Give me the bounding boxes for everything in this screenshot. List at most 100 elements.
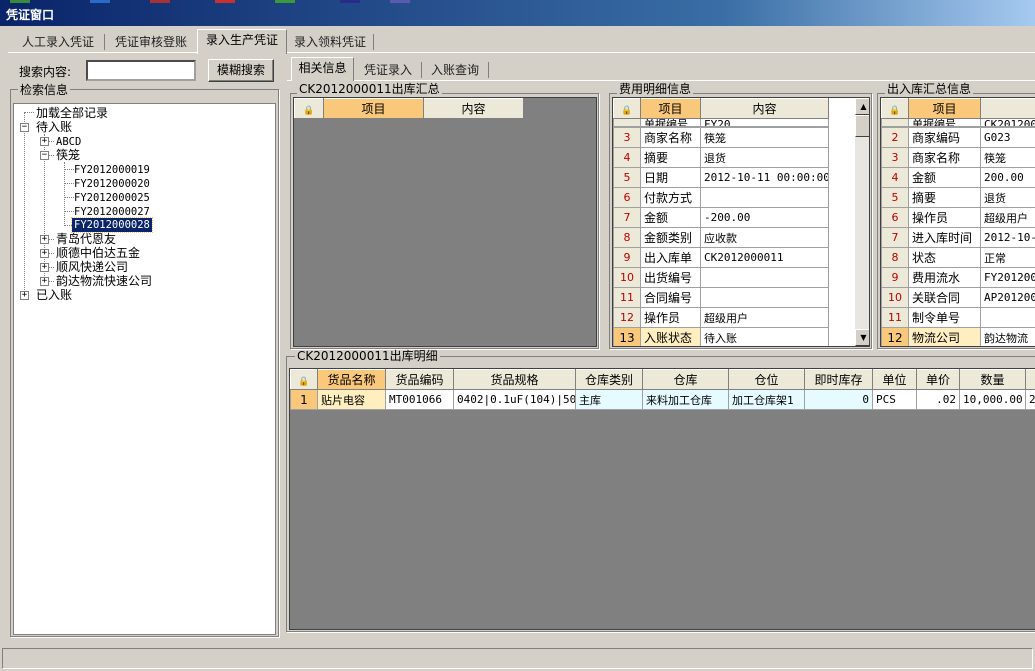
col-header[interactable]: 仓库类别 (575, 369, 643, 390)
row-content[interactable]: 超级用户 (700, 307, 829, 328)
tree-voucher-025[interactable]: FY2012000025 (74, 191, 150, 205)
detail-cell[interactable]: 加工仓库架1 (728, 389, 805, 410)
tree-node-yunda[interactable]: 韵达物流快速公司 (56, 274, 152, 288)
expand-icon[interactable]: + (40, 235, 49, 244)
tree-pending[interactable]: 待入账 (36, 120, 72, 134)
expense-row[interactable]: 9 出入库单 CK2012000011 (613, 247, 829, 268)
col-content[interactable]: 内容 (700, 98, 829, 119)
subtab-related-info[interactable]: 相关信息 (291, 57, 354, 81)
tree-voucher-027[interactable]: FY2012000027 (74, 205, 150, 219)
col-header[interactable]: 货品编码 (385, 369, 454, 390)
expense-row[interactable]: 6 付款方式 (613, 187, 829, 208)
inout-row[interactable]: 3 商家名称 筷笼 (881, 147, 1035, 168)
tree-node-shunde[interactable]: 顺德中伯达五金 (56, 246, 140, 260)
row-content[interactable]: 退货 (700, 147, 829, 168)
col-header[interactable]: 货品规格 (453, 369, 576, 390)
expense-row[interactable]: 13 入账状态 待入账 (613, 327, 829, 346)
collapse-icon[interactable]: − (40, 151, 49, 160)
tab-production-voucher[interactable]: 录入生产凭证 (197, 29, 287, 54)
expense-detail-grid[interactable]: 🔒 项目 内容 单据编号 FY20 3 商家名称 筷笼 4 摘要 退货 5 日期 2012-10… (612, 97, 870, 347)
retrieval-tree[interactable]: 加载全部记录 − 待入账 + ABCD − 筷笼 FY2012000019 FY… (13, 103, 276, 635)
detail-cell[interactable]: 0402|0.1uF(104)|50 (453, 389, 576, 410)
col-item[interactable]: 项目 (323, 98, 424, 119)
inout-row[interactable]: 11 制令单号 (881, 307, 1035, 328)
row-content[interactable] (980, 307, 1035, 328)
search-input[interactable] (86, 60, 196, 81)
tree-load-all[interactable]: 加载全部记录 (36, 106, 108, 120)
row-content[interactable]: 退货 (980, 187, 1035, 208)
row-content[interactable]: G023 (980, 127, 1035, 148)
col-header[interactable]: 仓位 (728, 369, 805, 390)
expand-icon[interactable]: + (40, 137, 49, 146)
detail-cell[interactable]: .02 (916, 389, 960, 410)
detail-cell[interactable]: MT001066 (385, 389, 454, 410)
col-content[interactable]: 内容 (423, 98, 524, 119)
detail-cell[interactable]: 主库 (575, 389, 643, 410)
row-content[interactable]: 超级用户 (980, 207, 1035, 228)
expand-icon[interactable]: + (40, 249, 49, 258)
inout-row[interactable]: 2 商家编码 G023 (881, 127, 1035, 148)
detail-cell[interactable]: PCS (872, 389, 917, 410)
tree-node-qingdao[interactable]: 青岛代恩友 (56, 232, 116, 246)
row-content[interactable]: AP201200 (980, 287, 1035, 308)
tab-manual-voucher[interactable]: 人工录入凭证 (12, 31, 104, 53)
row-content[interactable]: -200.00 (700, 207, 829, 228)
expense-row[interactable]: 7 金额 -200.00 (613, 207, 829, 228)
row-content[interactable]: 筷笼 (980, 147, 1035, 168)
inout-row[interactable]: 12 物流公司 韵达物流 (881, 327, 1035, 346)
detail-cell-extra[interactable]: 2 (1025, 389, 1035, 410)
col-header[interactable]: 仓库 (642, 369, 729, 390)
subtab-voucher-entry[interactable]: 凭证录入 (356, 59, 420, 81)
inout-row[interactable]: 6 操作员 超级用户 (881, 207, 1035, 228)
row-content[interactable]: 韵达物流 (980, 327, 1035, 346)
row-content[interactable] (700, 187, 829, 208)
inout-summary-grid[interactable]: 🔒 项目 内 单据编号 CK201200 2商家编码G0233商家名称筷笼4金额… (880, 97, 1035, 347)
inout-row[interactable]: 7 进入库时间 2012-10- (881, 227, 1035, 248)
tree-posted[interactable]: 已入账 (36, 288, 72, 302)
tree-voucher-020[interactable]: FY2012000020 (74, 177, 150, 191)
tree-voucher-028-selected[interactable]: FY2012000028 (71, 217, 153, 233)
detail-cell[interactable]: 10,000.00 (959, 389, 1026, 410)
expand-icon[interactable]: + (40, 277, 49, 286)
inout-row[interactable]: 8 状态 正常 (881, 247, 1035, 268)
col-header[interactable]: 货品名称 (317, 369, 386, 390)
detail-cell[interactable]: 来料加工仓库 (642, 389, 729, 410)
expense-row[interactable]: 5 日期 2012-10-11 00:00:00 (613, 167, 829, 188)
detail-cell[interactable]: 0 (804, 389, 873, 410)
row-content[interactable]: 2012-10- (980, 227, 1035, 248)
tree-voucher-019[interactable]: FY2012000019 (74, 163, 150, 177)
col-header[interactable]: 数量 (959, 369, 1026, 390)
tab-material-voucher[interactable]: 录入领料凭证 (288, 31, 372, 53)
inout-row[interactable]: 10 关联合同 AP201200 (881, 287, 1035, 308)
scroll-down-icon[interactable]: ▼ (855, 329, 869, 346)
col-item[interactable]: 项目 (908, 98, 981, 119)
inout-row[interactable]: 4 金额 200.00 (881, 167, 1035, 188)
row-content[interactable]: CK2012000011 (700, 247, 829, 268)
expense-scrollbar[interactable]: ▲ ▼ (855, 98, 869, 346)
col-content[interactable]: 内 (980, 98, 1035, 119)
row-content[interactable]: 2012-10-11 00:00:00 (700, 167, 829, 188)
collapse-icon[interactable]: − (20, 123, 29, 132)
fuzzy-search-button[interactable]: 模糊搜索 (208, 59, 274, 82)
detail-row[interactable]: 1 贴片电容 MT001066 0402|0.1uF(104)|50 主库 来料加工仓库加… (290, 389, 1035, 410)
inout-row[interactable]: 5 摘要 退货 (881, 187, 1035, 208)
row-content[interactable]: 正常 (980, 247, 1035, 268)
row-content[interactable] (700, 287, 829, 308)
scroll-up-icon[interactable]: ▲ (855, 98, 869, 115)
expense-row[interactable]: 11 合同编号 (613, 287, 829, 308)
col-header[interactable]: 单位 (872, 369, 917, 390)
tree-node-shunfeng[interactable]: 顺风快递公司 (56, 260, 128, 274)
expand-icon[interactable]: + (20, 291, 29, 300)
outbound-detail-grid[interactable]: 🔒 货品名称 货品编码 货品规格 仓库类别 仓库 仓位 即时库存 单位 单价 数量 1 贴片电容 MT… (289, 368, 1035, 630)
col-header-extra[interactable] (1025, 369, 1035, 390)
tab-voucher-audit[interactable]: 凭证审核登账 (106, 31, 196, 53)
row-content[interactable] (700, 267, 829, 288)
expense-row[interactable]: 12 操作员 超级用户 (613, 307, 829, 328)
row-content[interactable]: 待入账 (700, 327, 829, 346)
col-header[interactable]: 单价 (916, 369, 960, 390)
subtab-posting-query[interactable]: 入账查询 (423, 59, 487, 81)
tree-node-abcd[interactable]: ABCD (56, 135, 81, 149)
expand-icon[interactable]: + (40, 263, 49, 272)
row-content[interactable]: 筷笼 (700, 127, 829, 148)
scroll-thumb[interactable] (855, 115, 869, 137)
